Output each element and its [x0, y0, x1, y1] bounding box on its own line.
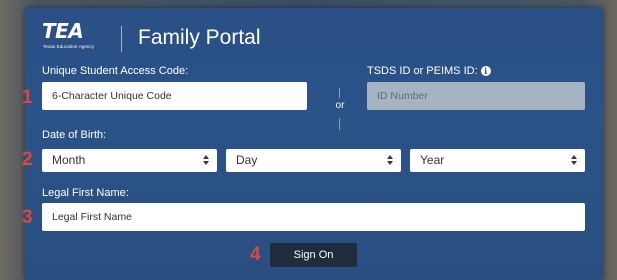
first-name-input[interactable]: Legal First Name: [42, 203, 585, 231]
select-caret-icon: [387, 155, 393, 165]
header-divider: [121, 26, 122, 52]
or-text: or: [335, 100, 345, 111]
tsds-input[interactable]: ID Number: [367, 82, 585, 110]
tea-logo: TEA Texas Education Agency: [42, 20, 104, 56]
or-separator: or: [330, 88, 350, 130]
access-code-label: Unique Student Access Code:: [42, 65, 189, 77]
logo-subtext: Texas Education Agency: [43, 44, 95, 49]
step-marker-2: 2: [22, 149, 33, 170]
month-select-value: Month: [52, 153, 86, 167]
tsds-label-row: TSDS ID or PEIMS ID: i: [367, 65, 491, 78]
page-title: Family Portal: [138, 26, 261, 49]
info-icon[interactable]: i: [480, 66, 491, 77]
year-select[interactable]: Year: [410, 149, 585, 172]
month-select[interactable]: Month: [42, 149, 217, 172]
year-select-value: Year: [420, 153, 445, 167]
step-marker-4: 4: [250, 244, 261, 265]
login-panel: TEA Texas Education Agency Family Portal…: [25, 8, 603, 280]
page-background: TEA Texas Education Agency Family Portal…: [0, 0, 617, 280]
sign-on-button[interactable]: Sign On: [270, 243, 357, 267]
day-select[interactable]: Day: [226, 149, 401, 172]
tsds-label: TSDS ID or PEIMS ID:: [367, 65, 478, 77]
access-code-input[interactable]: 6-Character Unique Code: [42, 82, 307, 110]
or-line-bottom: [339, 118, 340, 130]
step-marker-1: 1: [22, 87, 33, 108]
dob-label: Date of Birth:: [42, 129, 107, 141]
logo-wordmark: TEA: [42, 19, 84, 43]
select-caret-icon: [571, 155, 577, 165]
select-caret-icon: [203, 155, 209, 165]
first-name-label: Legal First Name:: [42, 187, 129, 199]
day-select-value: Day: [236, 153, 258, 167]
or-line-top: [339, 88, 340, 98]
step-marker-3: 3: [22, 207, 33, 228]
